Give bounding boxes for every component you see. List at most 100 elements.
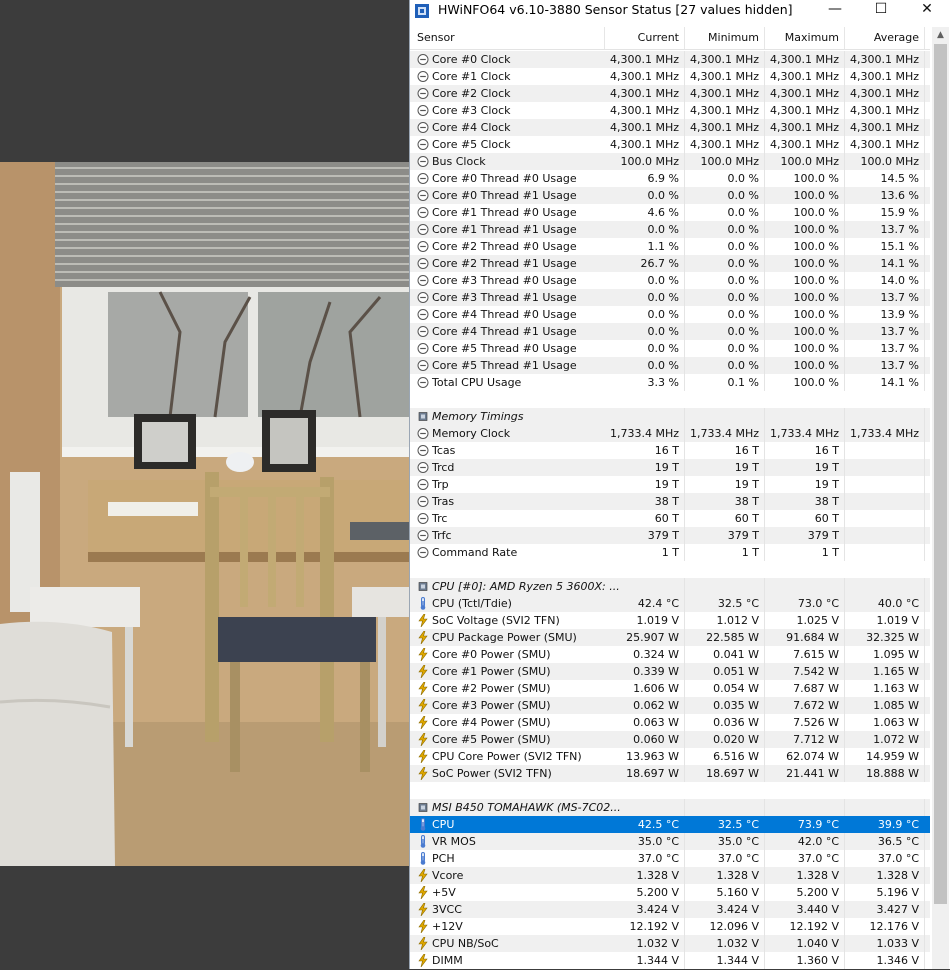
sensor-label: Core #1 Thread #0 Usage [432, 206, 577, 219]
sensor-row[interactable]: Core #4 Thread #0 Usage 0.0 % 0.0 % 100.0 %… [410, 306, 930, 323]
minimum-value: 0.0 % [685, 272, 765, 289]
sensor-row[interactable]: Memory Clock 1,733.4 MHz 1,733.4 MHz 1,733.… [410, 425, 930, 442]
sensor-row[interactable]: Core #0 Power (SMU) 0.324 W 0.041 W 7.615 W… [410, 646, 930, 663]
sensor-row[interactable]: Core #5 Clock 4,300.1 MHz 4,300.1 MHz 4,300… [410, 136, 930, 153]
sensor-row[interactable]: Core #1 Thread #0 Usage 4.6 % 0.0 % 100.0 %… [410, 204, 930, 221]
column-header-average[interactable]: Average [845, 27, 925, 49]
minimum-value: 379 T [685, 527, 765, 544]
current-value: 0.063 W [605, 714, 685, 731]
sensor-row[interactable]: PCH 37.0 °C 37.0 °C 37.0 °C 37.0 °C [410, 850, 930, 867]
sensor-row[interactable]: Core #4 Clock 4,300.1 MHz 4,300.1 MHz 4,300… [410, 119, 930, 136]
sensor-row[interactable]: Core #3 Thread #0 Usage 0.0 % 0.0 % 100.0 %… [410, 272, 930, 289]
sensor-row[interactable]: Core #1 Power (SMU) 0.339 W 0.051 W 7.542 W… [410, 663, 930, 680]
average-value [845, 510, 925, 527]
sensor-row[interactable]: SoC Voltage (SVI2 TFN) 1.019 V 1.012 V 1.02… [410, 612, 930, 629]
sensor-row[interactable]: Core #2 Thread #0 Usage 1.1 % 0.0 % 100.0 %… [410, 238, 930, 255]
sensor-row[interactable]: Total CPU Usage 3.3 % 0.1 % 100.0 % 14.1 % [410, 374, 930, 391]
sensor-row[interactable]: Core #5 Power (SMU) 0.060 W 0.020 W 7.712 W… [410, 731, 930, 748]
bolt-icon [417, 647, 429, 662]
sensor-label: Core #1 Thread #1 Usage [432, 223, 577, 236]
bolt-icon [417, 885, 429, 900]
sensor-label: Trcd [432, 461, 455, 474]
sensor-row[interactable]: Command Rate 1 T1 T1 T [410, 544, 930, 561]
sensor-row[interactable]: CPU Core Power (SVI2 TFN) 13.963 W 6.516 W… [410, 748, 930, 765]
close-button[interactable]: ✕ [904, 0, 950, 20]
current-value: 16 T [605, 442, 685, 459]
sensor-group-header[interactable]: CPU [#0]: AMD Ryzen 5 3600X: ... [410, 578, 930, 595]
scroll-up-icon[interactable]: ▲ [932, 27, 949, 44]
minimize-button[interactable]: — [812, 0, 858, 20]
column-header-current[interactable]: Current [605, 27, 685, 49]
maximum-value: 100.0 MHz [765, 153, 845, 170]
sensor-row[interactable]: CPU Package Power (SMU) 25.907 W 22.585 W9… [410, 629, 930, 646]
sensor-row[interactable]: Core #5 Thread #0 Usage 0.0 % 0.0 % 100.0 %… [410, 340, 930, 357]
minimum-value [685, 578, 765, 595]
sensor-row[interactable]: Core #3 Clock 4,300.1 MHz 4,300.1 MHz 4,300… [410, 102, 930, 119]
maximum-value: 73.0 °C [765, 595, 845, 612]
minimum-value: 0.0 % [685, 238, 765, 255]
sensor-row[interactable]: Trfc 379 T 379 T 379 T [410, 527, 930, 544]
maximum-value: 1.040 V [765, 935, 845, 952]
sensor-row[interactable]: Vcore 1.328 V 1.328 V 1.328 V 1.328 V [410, 867, 930, 884]
thermometer-icon [417, 818, 429, 831]
sensor-row[interactable]: SoC Power (SVI2 TFN) 18.697 W 18.697 W 21.4… [410, 765, 930, 782]
minimum-value [685, 799, 765, 816]
sensor-row[interactable]: Core #5 Thread #1 Usage 0.0 % 0.0 % 100.0 %… [410, 357, 930, 374]
sensor-row[interactable]: Core #0 Thread #1 Usage 0.0 % 0.0 % 100.0 %… [410, 187, 930, 204]
sensor-row[interactable]: Trcd 19 T 19 T 19 T [410, 459, 930, 476]
sensor-row[interactable]: Core #4 Thread #1 Usage 0.0 % 0.0 % 100.0 %… [410, 323, 930, 340]
sensor-row[interactable]: Core #0 Clock 4,300.1 MHz 4,300.1 MHz 4,300… [410, 51, 930, 68]
sensor-row[interactable]: Core #1 Clock 4,300.1 MHz 4,300.1 MHz 4,300… [410, 68, 930, 85]
title-bar[interactable]: HWiNFO64 v6.10-3880 Sensor Status [27 va… [410, 0, 950, 20]
vertical-scrollbar[interactable]: ▲ [932, 27, 949, 969]
minimum-value [685, 408, 765, 425]
sensor-row[interactable]: Core #2 Clock 4,300.1 MHz 4,300.1 MHz 4,300… [410, 85, 930, 102]
clock-icon [417, 376, 429, 389]
maximize-button[interactable]: ☐ [858, 0, 904, 20]
sensor-row[interactable]: +5V 5.200 V 5.160 V 5.200 V 5.196 V [410, 884, 930, 901]
sensor-row[interactable]: CPU NB/SoC 1.032 V 1.032 V 1.040 V 1.033 V [410, 935, 930, 952]
average-value: 5.196 V [845, 884, 925, 901]
sensor-row[interactable]: Core #4 Power (SMU) 0.063 W 0.036 W 7.526 W… [410, 714, 930, 731]
current-value: 19 T [605, 476, 685, 493]
sensor-row[interactable]: Bus Clock 100.0 MHz 100.0 MHz 100.0 MHz 100.… [410, 153, 930, 170]
average-value: 1.095 W [845, 646, 925, 663]
sensor-row[interactable]: CPU 42.5 °C 32.5 °C 73.9 °C 39.9 °C [410, 816, 930, 833]
desktop-background [0, 0, 409, 969]
sensor-row[interactable]: Core #0 Thread #0 Usage 6.9 % 0.0 % 100.0 %… [410, 170, 930, 187]
sensor-row[interactable]: Core #3 Power (SMU) 0.062 W 0.035 W 7.672 W… [410, 697, 930, 714]
sensor-row[interactable]: CPU (Tctl/Tdie) 42.4 °C 32.5 °C 73.0 °C 40.0… [410, 595, 930, 612]
sensor-row[interactable]: DIMM 1.344 V 1.344 V 1.360 V 1.346 V [410, 952, 930, 969]
thermometer-icon [417, 835, 429, 848]
sensor-row[interactable]: Tras 38 T 38 T 38 T [410, 493, 930, 510]
sensor-row[interactable]: Trp 19 T 19 T 19 T [410, 476, 930, 493]
average-value: 13.7 % [845, 357, 925, 374]
current-value: 42.4 °C [605, 595, 685, 612]
sensor-row[interactable]: VR MOS 35.0 °C 35.0 °C 42.0 °C 36.5 °C [410, 833, 930, 850]
sensor-row[interactable]: Core #2 Thread #1 Usage 26.7 % 0.0 % 100.0 … [410, 255, 930, 272]
sensor-row[interactable]: +12V 12.192 V 12.096 V 12.192 V 12.176 V [410, 918, 930, 935]
sensor-row[interactable]: Core #1 Thread #1 Usage 0.0 % 0.0 % 100.0 %… [410, 221, 930, 238]
current-value: 0.0 % [605, 306, 685, 323]
sensor-row[interactable]: 3VCC 3.424 V 3.424 V 3.440 V 3.427 V [410, 901, 930, 918]
sensor-label: Core #0 Power (SMU) [432, 648, 551, 661]
sensor-row[interactable]: Core #3 Thread #1 Usage 0.0 % 0.0 % 100.0 %… [410, 289, 930, 306]
average-value [845, 578, 925, 595]
column-header-maximum[interactable]: Maximum [765, 27, 845, 49]
average-value: 14.1 % [845, 374, 925, 391]
minimum-value: 1.328 V [685, 867, 765, 884]
column-header-minimum[interactable]: Minimum [685, 27, 765, 49]
maximum-value: 7.687 W [765, 680, 845, 697]
sensor-group-header[interactable]: MSI B450 TOMAHAWK (MS-7C02... [410, 799, 930, 816]
sensor-row[interactable]: Tcas 16 T 16 T 16 T [410, 442, 930, 459]
column-header-sensor[interactable]: Sensor [410, 27, 605, 49]
average-value: 18.888 W [845, 765, 925, 782]
sensor-row[interactable]: Trc 60 T 60 T 60 T [410, 510, 930, 527]
sensor-label: CPU Package Power (SMU) [432, 631, 577, 644]
maximum-value: 1,733.4 MHz [765, 425, 845, 442]
sensor-group-header[interactable]: Memory Timings [410, 408, 930, 425]
current-value: 4,300.1 MHz [605, 119, 685, 136]
average-value: 13.9 % [845, 306, 925, 323]
scrollbar-thumb[interactable] [934, 44, 947, 904]
sensor-row[interactable]: Core #2 Power (SMU) 1.606 W 0.054 W 7.687 W… [410, 680, 930, 697]
